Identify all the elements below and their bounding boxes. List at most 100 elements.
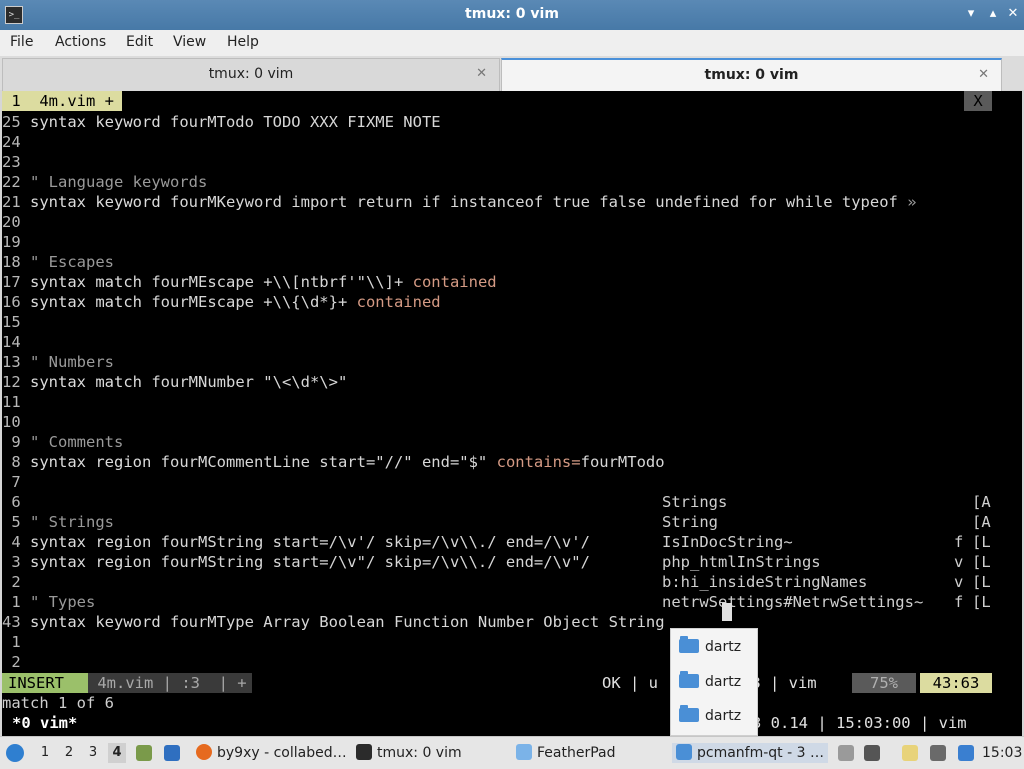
file-manager-popup[interactable]: dartz dartz dartz: [670, 628, 758, 736]
code-token: syntax region: [30, 453, 161, 471]
clock[interactable]: 15:03: [982, 743, 1022, 763]
code-line: 7: [2, 472, 30, 492]
menu-view[interactable]: View: [173, 34, 206, 50]
workspace-3[interactable]: 3: [84, 743, 102, 763]
close-tab-icon[interactable]: ✕: [978, 60, 989, 90]
code-line: 8 syntax region fourMCommentLine start="…: [2, 452, 664, 472]
completion-source: [A: [972, 493, 991, 511]
trash-icon[interactable]: [838, 745, 854, 761]
code-line: 21 syntax keyword fourMKeyword import re…: [2, 192, 917, 212]
menu-actions[interactable]: Actions: [55, 34, 106, 50]
menu-help[interactable]: Help: [227, 34, 259, 50]
code-line: 2: [2, 572, 30, 592]
vim-tabline-close[interactable]: X: [964, 91, 992, 111]
code-line: 20: [2, 212, 30, 232]
code-token: " Comments: [30, 433, 124, 451]
completion-word: IsInDocString~: [662, 533, 793, 551]
completion-source: [L: [972, 593, 991, 611]
completion-item[interactable]: Strings [A: [662, 492, 992, 512]
task-firefox[interactable]: by9xy - collabed…: [196, 743, 347, 763]
code-line: 4 syntax region fourMString start=/\v'/ …: [2, 532, 590, 552]
code-token: syntax region: [30, 533, 161, 551]
firefox-icon: [196, 744, 212, 760]
task-terminal[interactable]: tmux: 0 vim: [356, 743, 462, 763]
completion-word: netrwSettings#NetrwSettings~: [662, 593, 924, 611]
tab-terminal-1[interactable]: tmux: 0 vim ✕: [2, 58, 500, 92]
completion-item[interactable]: b:hi_insideStringNames v [L: [662, 572, 992, 592]
workspace-2[interactable]: 2: [60, 743, 78, 763]
maximize-icon[interactable]: ▴: [984, 5, 1002, 23]
code-token: syntax keyword: [30, 613, 170, 631]
line-number: 1: [2, 633, 30, 651]
code-token: " Language keywords: [30, 173, 208, 191]
completion-item[interactable]: IsInDocString~ f [L: [662, 532, 992, 552]
line-number: 2: [2, 653, 30, 671]
code-line: 10: [2, 412, 30, 432]
bluetooth-icon[interactable]: [958, 745, 974, 761]
code-token: fourMString start=/\v'/ skip=/\v\\./ end…: [160, 533, 590, 551]
task-featherpad[interactable]: FeatherPad: [516, 743, 616, 763]
menu-bar: File Actions Edit View Help: [0, 30, 1024, 57]
code-token: syntax match: [30, 293, 152, 311]
tab-label: tmux: 0 vim: [208, 66, 294, 82]
code-token: fourMKeyword import return if instanceof…: [169, 193, 908, 211]
workspace-4[interactable]: 4: [108, 743, 126, 763]
folder-icon: [679, 671, 699, 688]
code-line: 2: [2, 652, 30, 672]
code-line: 25 syntax keyword fourMTodo TODO XXX FIX…: [2, 112, 441, 132]
code-token: " Types: [30, 593, 96, 611]
completion-source: [A: [972, 513, 991, 531]
folder-item[interactable]: dartz: [679, 670, 741, 694]
code-token: syntax keyword: [30, 193, 170, 211]
line-number: 22: [2, 173, 30, 191]
code-line: 5 " Strings: [2, 512, 114, 532]
line-number: 1: [2, 593, 30, 611]
menu-file[interactable]: File: [10, 34, 33, 50]
folder-icon: [679, 705, 699, 722]
completion-kind: f: [954, 533, 964, 551]
desktop-icon[interactable]: [164, 745, 180, 761]
completion-item[interactable]: php_htmlInStrings v [L: [662, 552, 992, 572]
start-menu-icon[interactable]: [6, 744, 24, 762]
vim-status-percent: 75%: [852, 673, 916, 693]
folder-item[interactable]: dartz: [679, 704, 741, 728]
clipboard-icon[interactable]: [902, 745, 918, 761]
vim-tabline[interactable]: 1 4m.vim +: [2, 91, 122, 111]
menu-edit[interactable]: Edit: [126, 34, 153, 50]
code-line: 13 " Numbers: [2, 352, 114, 372]
network-icon[interactable]: [930, 745, 946, 761]
terminal-area[interactable]: 1 4m.vim + X 25 syntax keyword fourMTodo…: [2, 91, 1022, 736]
window-titlebar[interactable]: >_ tmux: 0 vim ▾ ▴ ✕: [0, 0, 1024, 30]
tab-terminal-2[interactable]: tmux: 0 vim ✕: [501, 58, 1002, 93]
line-number: 11: [2, 393, 30, 411]
close-icon[interactable]: ✕: [1004, 5, 1022, 23]
tmux-window-list[interactable]: *0 vim*: [12, 713, 77, 733]
text-editor-icon: [516, 744, 532, 760]
code-token: contained: [412, 273, 497, 291]
completion-item[interactable]: netrwSettings#NetrwSettings~ f [L: [662, 592, 992, 612]
completion-source: [L: [972, 573, 991, 591]
code-token: fourMString start=/\v"/ skip=/\v\\./ end…: [160, 553, 590, 571]
completion-source: [L: [972, 553, 991, 571]
code-line: 24: [2, 132, 30, 152]
completion-item[interactable]: String [A: [662, 512, 992, 532]
volume-icon[interactable]: [864, 745, 880, 761]
code-line: 12 syntax match fourMNumber "\<\d*\>": [2, 372, 347, 392]
close-tab-icon[interactable]: ✕: [476, 59, 487, 89]
task-pcmanfm[interactable]: pcmanfm-qt - 3 …: [672, 743, 828, 763]
folder-icon: [676, 744, 692, 760]
code-line: 3 syntax region fourMString start=/\v"/ …: [2, 552, 590, 572]
code-line: 18 " Escapes: [2, 252, 114, 272]
file-manager-launcher-icon[interactable]: [136, 745, 152, 761]
minimize-icon[interactable]: ▾: [962, 5, 980, 23]
folder-item[interactable]: dartz: [679, 635, 741, 659]
line-number: 17: [2, 273, 30, 291]
line-number: 20: [2, 213, 30, 231]
line-number: 12: [2, 373, 30, 391]
line-number: 15: [2, 313, 30, 331]
workspace-1[interactable]: 1: [36, 743, 54, 763]
line-number: 14: [2, 333, 30, 351]
line-number: 4: [2, 533, 30, 551]
code-token: »: [907, 193, 917, 211]
code-line: 19: [2, 232, 30, 252]
